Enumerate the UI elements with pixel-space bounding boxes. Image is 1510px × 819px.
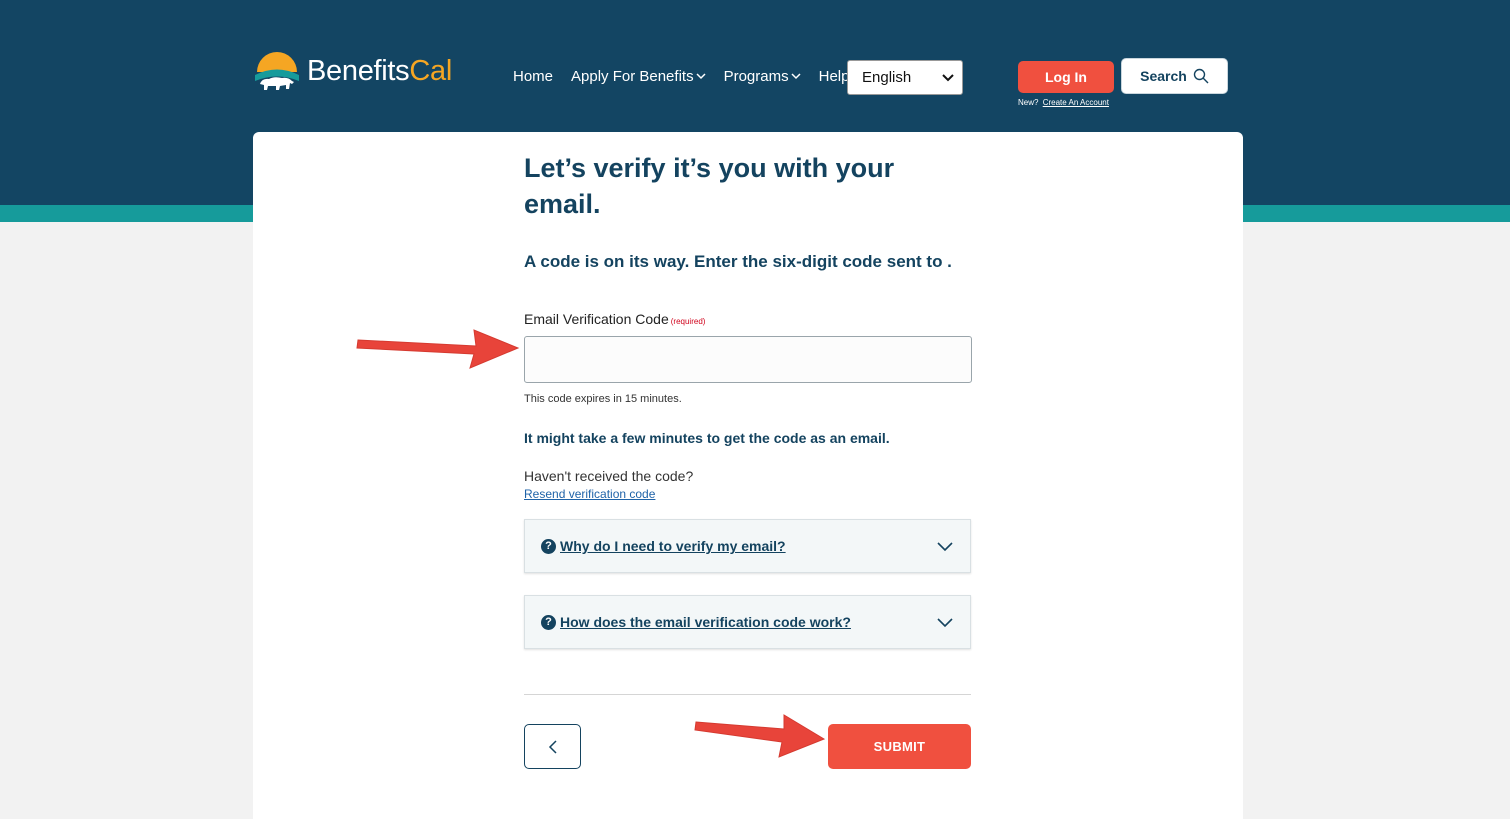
search-button[interactable]: Search (1121, 58, 1228, 94)
not-received-question: Haven't received the code? (524, 468, 694, 484)
nav-item-help[interactable]: Help (819, 68, 850, 85)
new-label: New? (1018, 98, 1039, 107)
search-icon (1193, 68, 1209, 84)
nav-item-home[interactable]: Home (513, 68, 553, 85)
page-title: Let’s verify it’s you with your email. (524, 153, 895, 219)
chevron-down-icon (696, 73, 706, 80)
delay-note: It might take a few minutes to get the c… (524, 430, 890, 446)
login-button[interactable]: Log In (1018, 61, 1114, 93)
chevron-left-icon (548, 739, 557, 754)
red-arrow-annotation-icon (694, 714, 826, 758)
red-arrow-annotation-icon (356, 329, 520, 369)
nav-item-apply-label: Apply For Benefits (571, 68, 694, 85)
bear-sun-logo-icon (254, 48, 300, 94)
verification-code-input[interactable] (524, 336, 972, 383)
language-select-value: English (862, 69, 912, 86)
accordion-why-verify-label: Why do I need to verify my email? (560, 538, 786, 554)
nav-item-programs[interactable]: Programs (724, 68, 801, 85)
submit-button[interactable]: SUBMIT (828, 724, 971, 769)
accordion-how-code-works-label: How does the email verification code wor… (560, 614, 851, 630)
new-account-prompt: New? Create An Account (1018, 98, 1109, 107)
accordion-why-verify[interactable]: ? Why do I need to verify my email? (524, 519, 971, 573)
nav-item-apply-for-benefits[interactable]: Apply For Benefits (571, 68, 706, 85)
resend-code-link[interactable]: Resend verification code (524, 487, 655, 501)
back-button[interactable] (524, 724, 581, 769)
logo-wordmark: BenefitsCal (307, 55, 452, 88)
page-subtitle: A code is on its way. Enter the six-digi… (524, 252, 952, 271)
chevron-down-icon (937, 618, 953, 628)
create-account-link[interactable]: Create An Account (1043, 98, 1109, 107)
language-select[interactable]: English (847, 60, 963, 95)
logo-text-benefits: Benefits (307, 54, 410, 87)
form-divider (524, 694, 971, 695)
benefitscal-logo[interactable]: BenefitsCal (254, 48, 452, 94)
code-field-label: Email Verification Code (required) (524, 311, 971, 327)
question-circle-icon: ? (541, 614, 556, 630)
code-field-label-text: Email Verification Code (524, 311, 669, 327)
chevron-down-icon (791, 73, 801, 80)
verify-form: Let’s verify it’s you with your email. A… (524, 150, 972, 503)
chevron-down-icon (937, 542, 953, 552)
logo-text-cal: Cal (409, 54, 453, 87)
required-indicator: (required) (670, 317, 706, 326)
question-circle-icon: ? (541, 538, 556, 554)
nav-item-programs-label: Programs (723, 68, 789, 85)
main-nav: Home Apply For Benefits Programs Help (513, 68, 867, 85)
accordion-how-code-works[interactable]: ? How does the email verification code w… (524, 595, 971, 649)
chevron-down-icon (942, 73, 954, 81)
search-button-label: Search (1140, 68, 1187, 84)
code-expiry-hint: This code expires in 15 minutes. (524, 393, 682, 405)
nav-item-home-label: Home (513, 68, 554, 85)
nav-item-help-label: Help (818, 68, 850, 85)
